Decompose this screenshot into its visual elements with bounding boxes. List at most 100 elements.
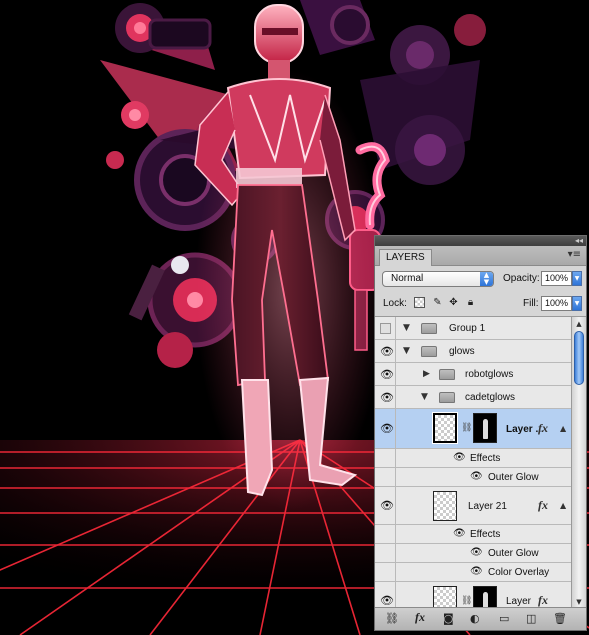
opacity-field[interactable]: 100% xyxy=(541,271,572,286)
fill-label: Fill: xyxy=(523,298,539,309)
lock-label: Lock: xyxy=(383,298,407,309)
visibility-cell: 👁︎ xyxy=(375,487,396,524)
scroll-up-icon[interactable]: ▲ xyxy=(572,317,586,331)
layer-row-glows[interactable]: 👁︎ ▼ glows xyxy=(375,340,572,363)
link-icon[interactable]: ⛓︎ xyxy=(461,423,472,433)
expand-triangle-icon[interactable]: ▼ xyxy=(403,346,410,356)
panel-menu-icon[interactable]: ▾≡ xyxy=(568,249,581,260)
layer-row-group-1[interactable]: ▼ Group 1 xyxy=(375,317,572,340)
layer-row-robotglows[interactable]: 👁︎ ▶ robotglows xyxy=(375,363,572,386)
visibility-cell: 👁︎ xyxy=(375,340,396,362)
visibility-cell xyxy=(375,525,396,543)
add-mask-icon[interactable]: ◙ xyxy=(443,612,454,625)
visibility-cell: 👁︎ xyxy=(375,409,396,448)
layer-row-selected[interactable]: 👁︎ ⛓︎ Layer ... fx ▲ xyxy=(375,409,572,449)
layer-row-cadetglows[interactable]: 👁︎ ▼ cadetglows xyxy=(375,386,572,409)
lock-pixels-brush-icon[interactable]: ✎ xyxy=(432,297,443,308)
fx-icon[interactable]: fx xyxy=(538,593,548,608)
layer-name: Layer xyxy=(506,596,532,607)
visibility-off-box[interactable] xyxy=(380,323,391,334)
fx-icon[interactable]: fx xyxy=(538,421,548,436)
fx-icon[interactable]: fx xyxy=(538,498,548,513)
eye-icon[interactable]: 👁︎ xyxy=(380,594,394,607)
blend-mode-value: Normal xyxy=(391,273,424,284)
eye-icon[interactable]: 👁︎ xyxy=(470,547,483,558)
link-icon[interactable]: ⛓︎ xyxy=(461,596,472,606)
new-group-icon[interactable]: ▭ xyxy=(499,612,509,625)
folder-icon xyxy=(439,392,455,403)
expand-triangle-icon[interactable]: ▼ xyxy=(421,392,428,402)
layer-name: Group 1 xyxy=(449,323,486,334)
layer-name: glows xyxy=(449,346,475,357)
eye-icon[interactable]: 👁︎ xyxy=(453,452,466,463)
layer-thumbnail[interactable] xyxy=(433,491,457,521)
effects-expand-icon[interactable]: ▲ xyxy=(560,501,566,510)
effects-row[interactable]: 👁︎ Effects xyxy=(375,449,572,468)
eye-icon[interactable]: 👁︎ xyxy=(453,528,466,539)
eye-icon[interactable]: 👁︎ xyxy=(470,566,483,577)
visibility-cell xyxy=(375,563,396,581)
lock-all-icon[interactable]: 🔒︎ xyxy=(465,297,476,308)
eye-icon[interactable]: 👁︎ xyxy=(380,499,394,512)
layer-name: cadetglows xyxy=(465,392,516,403)
new-layer-icon[interactable]: ◫ xyxy=(526,612,536,625)
lock-transparency-icon[interactable] xyxy=(414,297,425,308)
add-layer-style-fx-icon[interactable]: fx xyxy=(415,611,425,624)
lock-position-move-icon[interactable]: ✥ xyxy=(448,297,459,308)
panel-bottom-toolbar: ⛓︎ fx ◙ ◐ ▭ ◫ 🗑︎ xyxy=(375,607,586,630)
opacity-label: Opacity: xyxy=(503,273,540,284)
panel-tabbar: LAYERS ▾≡ xyxy=(375,246,586,266)
mask-figure-shape xyxy=(483,419,488,439)
effects-label: Effects xyxy=(470,453,501,464)
effects-expand-icon[interactable]: ▲ xyxy=(560,424,566,433)
scroll-thumb[interactable] xyxy=(574,331,584,385)
trash-icon[interactable]: 🗑︎ xyxy=(553,612,567,625)
effect-name: Outer Glow xyxy=(488,472,539,483)
link-layers-icon[interactable]: ⛓︎ xyxy=(385,612,399,625)
effect-row-outer-glow[interactable]: 👁︎ Outer Glow xyxy=(375,544,572,563)
panel-titlebar: ◂◂ xyxy=(375,236,586,246)
layer-mask-thumbnail[interactable] xyxy=(473,586,497,609)
fill-dropdown-icon[interactable]: ▼ xyxy=(572,296,582,311)
eye-icon[interactable]: 👁︎ xyxy=(380,422,394,435)
visibility-cell xyxy=(375,468,396,486)
blend-mode-select[interactable]: Normal ▲ ▼ xyxy=(382,271,494,287)
collapse-panel-icon[interactable]: ◂◂ xyxy=(575,236,583,246)
visibility-cell xyxy=(375,544,396,562)
visibility-cell xyxy=(375,317,396,339)
visibility-cell: 👁︎ xyxy=(375,363,396,385)
visibility-cell: 👁︎ xyxy=(375,386,396,408)
layer-thumbnail[interactable] xyxy=(433,586,457,609)
effects-label: Effects xyxy=(470,529,501,540)
eye-icon[interactable]: 👁︎ xyxy=(470,471,483,482)
effect-row-outer-glow[interactable]: 👁︎ Outer Glow xyxy=(375,468,572,487)
layer-name: Layer 21 xyxy=(468,501,507,512)
cadet-figure xyxy=(194,4,385,510)
eye-icon[interactable]: 👁︎ xyxy=(380,345,394,358)
layer-list: ▼ Group 1 👁︎ ▼ glows 👁︎ ▶ robotglows 👁︎ xyxy=(375,317,572,609)
expand-triangle-icon[interactable]: ▼ xyxy=(403,323,410,333)
fill-field[interactable]: 100% xyxy=(541,296,572,311)
effects-row[interactable]: 👁︎ Effects xyxy=(375,525,572,544)
visibility-cell: 👁︎ xyxy=(375,582,396,609)
effect-name: Color Overlay xyxy=(488,567,550,578)
collapse-triangle-icon[interactable]: ▶ xyxy=(423,369,430,379)
effect-row-color-overlay[interactable]: 👁︎ Color Overlay xyxy=(375,563,572,582)
folder-icon xyxy=(421,346,437,357)
layer-thumbnail[interactable] xyxy=(432,412,458,444)
lock-row: Lock: ✎ ✥ 🔒︎ Fill: 100% ▼ xyxy=(375,291,586,317)
layer-list-scrollbar[interactable]: ▲ ▼ xyxy=(571,317,586,609)
new-adjustment-layer-icon[interactable]: ◐ xyxy=(470,612,480,625)
effect-name: Outer Glow xyxy=(488,548,539,559)
blend-row: Normal ▲ ▼ Opacity: 100% ▼ xyxy=(375,266,586,291)
tab-layers[interactable]: LAYERS xyxy=(379,249,432,266)
layer-row-layer-21[interactable]: 👁︎ Layer 21 fx ▲ xyxy=(375,487,572,525)
opacity-dropdown-icon[interactable]: ▼ xyxy=(572,271,582,286)
layer-row-layer[interactable]: 👁︎ ⛓︎ Layer fx xyxy=(375,582,572,609)
folder-icon xyxy=(439,369,455,380)
eye-icon[interactable]: 👁︎ xyxy=(380,368,394,381)
select-arrows-icon: ▲ ▼ xyxy=(480,272,493,286)
eye-icon[interactable]: 👁︎ xyxy=(380,391,394,404)
layers-panel: ◂◂ LAYERS ▾≡ Normal ▲ ▼ Opacity: 100% ▼ L… xyxy=(374,235,587,631)
layer-mask-thumbnail[interactable] xyxy=(473,413,497,443)
